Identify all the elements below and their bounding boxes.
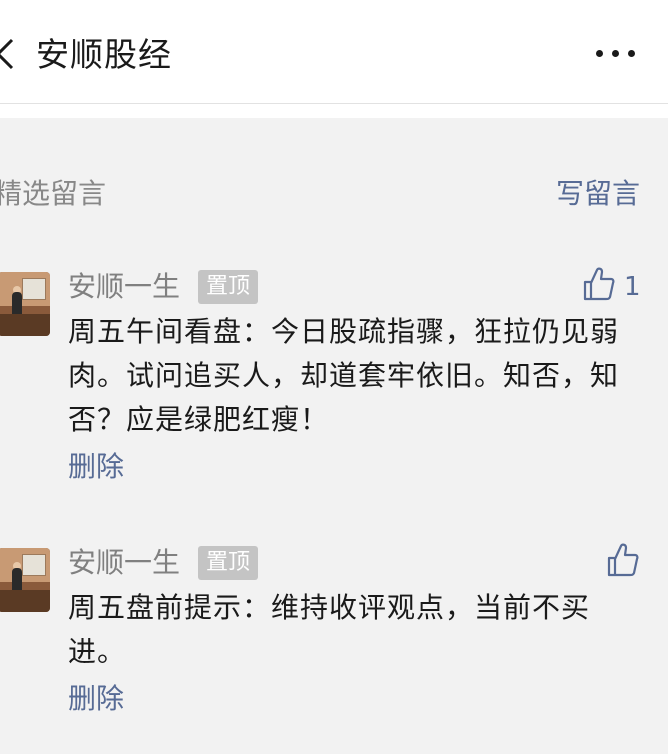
more-dots-icon[interactable] xyxy=(596,48,636,60)
featured-comments-label: 精选留言 xyxy=(0,177,107,210)
thumbs-up-icon[interactable] xyxy=(582,266,616,302)
thumbs-up-icon[interactable] xyxy=(606,542,640,578)
delete-link[interactable]: 删除 xyxy=(68,682,124,716)
like-count: 1 xyxy=(624,272,641,302)
write-comment-button[interactable]: 写留言 xyxy=(556,176,640,212)
comment-content: 周五盘前提示：维持收评观点，当前不买进。 xyxy=(68,591,591,668)
comment-content: 周五午间看盘：今日股疏指骤，狂拉仍见弱肉。试问追买人，却道套牢依旧。知否，知否？… xyxy=(68,315,620,436)
page-title: 安顺股经 xyxy=(36,35,172,74)
pinned-badge: 置顶 xyxy=(198,546,259,580)
comment-author[interactable]: 安顺一生 xyxy=(68,546,180,580)
avatar[interactable] xyxy=(0,548,50,612)
chevron-left-icon[interactable] xyxy=(0,38,16,70)
delete-link[interactable]: 删除 xyxy=(68,450,124,484)
pinned-badge: 置顶 xyxy=(198,270,259,304)
comment-author[interactable]: 安顺一生 xyxy=(68,270,180,304)
header-spacer xyxy=(0,104,668,118)
avatar[interactable] xyxy=(0,272,50,336)
top-nav-bar: 安顺股经 xyxy=(0,0,668,104)
